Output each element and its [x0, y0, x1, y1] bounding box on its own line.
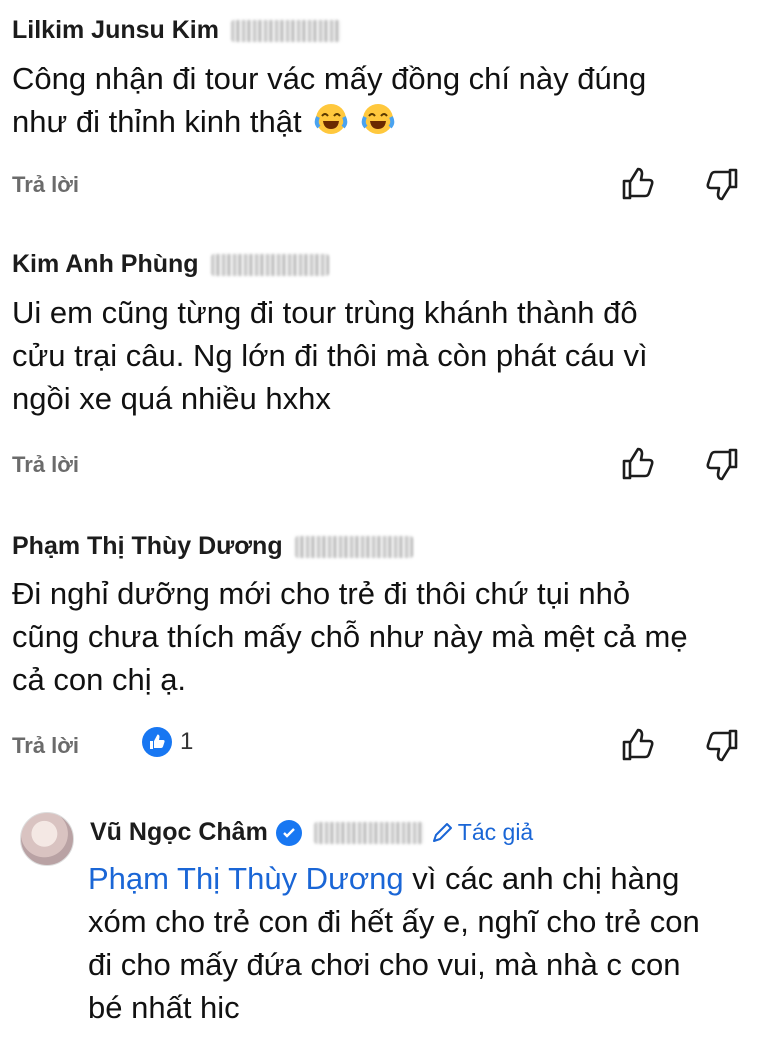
- laughing-emoji-icon: [314, 102, 348, 147]
- comment-actions: Trả lời 1: [0, 727, 780, 767]
- comment-text: Đi nghỉ dưỡng mới cho trẻ đi thôi chứ tụ…: [12, 572, 762, 701]
- author-name[interactable]: Lilkim Junsu Kim: [12, 16, 219, 45]
- author-name[interactable]: Vũ Ngọc Châm: [90, 818, 268, 847]
- comment-author[interactable]: Lilkim Junsu Kim: [12, 16, 341, 45]
- comment-line: cửu trại câu. Ng lớn đi thôi mà còn phát…: [12, 338, 648, 373]
- comment-author[interactable]: Kim Anh Phùng: [12, 250, 329, 279]
- reply-text: Phạm Thị Thùy Dương vì các anh chị hàng …: [88, 857, 768, 1029]
- reaction-summary[interactable]: 1: [142, 727, 193, 757]
- comment-actions: Trả lời: [0, 446, 780, 486]
- reply-button[interactable]: Trả lời: [12, 172, 79, 198]
- comment-line: như đi thỉnh kinh thật: [12, 100, 762, 147]
- reaction-count: 1: [180, 728, 194, 755]
- avatar[interactable]: [20, 812, 74, 866]
- blurred-timestamp: [230, 19, 341, 42]
- author-name[interactable]: Phạm Thị Thùy Dương: [12, 532, 283, 561]
- blurred-timestamp: [294, 535, 413, 558]
- reply-button[interactable]: Trả lời: [12, 452, 79, 478]
- reply-line: bé nhất hic: [88, 990, 240, 1025]
- comment-line: Đi nghỉ dưỡng mới cho trẻ đi thôi chứ tụ…: [12, 576, 631, 611]
- laughing-emoji-icon: [361, 102, 395, 147]
- thumbs-up-icon[interactable]: [620, 727, 656, 763]
- reply-line: đi cho mấy đứa chơi cho vui, mà nhà c co…: [88, 947, 681, 982]
- comment-text: Công nhận đi tour vác mấy đồng chí này đ…: [12, 57, 762, 147]
- thumbs-down-icon[interactable]: [704, 727, 740, 763]
- pencil-icon: [432, 822, 452, 842]
- thumbs-down-icon[interactable]: [704, 446, 740, 482]
- comment-actions: Trả lời: [0, 166, 780, 206]
- comment-author[interactable]: Phạm Thị Thùy Dương: [12, 532, 413, 561]
- reply-button[interactable]: Trả lời: [12, 733, 79, 759]
- reply-line: xóm cho trẻ con đi hết ấy e, nghĩ cho tr…: [88, 904, 700, 939]
- mention-link[interactable]: Phạm Thị Thùy Dương: [88, 861, 404, 896]
- thumbs-up-icon[interactable]: [620, 446, 656, 482]
- comment-line: cả con chị ạ.: [12, 662, 187, 697]
- comment-text: Ui em cũng từng đi tour trùng khánh thàn…: [12, 291, 762, 420]
- author-name[interactable]: Kim Anh Phùng: [12, 250, 199, 279]
- blurred-timestamp: [210, 253, 329, 276]
- verified-badge-icon: [275, 819, 302, 846]
- comment-line: cũng chưa thích mấy chỗ như này mà mệt c…: [12, 619, 688, 654]
- thumbs-up-icon[interactable]: [620, 166, 656, 202]
- reply-author[interactable]: Vũ Ngọc Châm Tác giả: [90, 818, 533, 847]
- author-badge-label: Tác giả: [457, 819, 534, 845]
- comment-line: ngồi xe quá nhiều hxhx: [12, 381, 331, 416]
- comment-line: Ui em cũng từng đi tour trùng khánh thàn…: [12, 295, 638, 330]
- author-badge: Tác giả: [430, 819, 533, 846]
- like-icon: [142, 727, 172, 757]
- thumbs-down-icon[interactable]: [704, 166, 740, 202]
- comment-line: Công nhận đi tour vác mấy đồng chí này đ…: [12, 61, 647, 96]
- blurred-timestamp: [313, 821, 424, 844]
- reply-line: Phạm Thị Thùy Dương vì các anh chị hàng: [88, 861, 680, 896]
